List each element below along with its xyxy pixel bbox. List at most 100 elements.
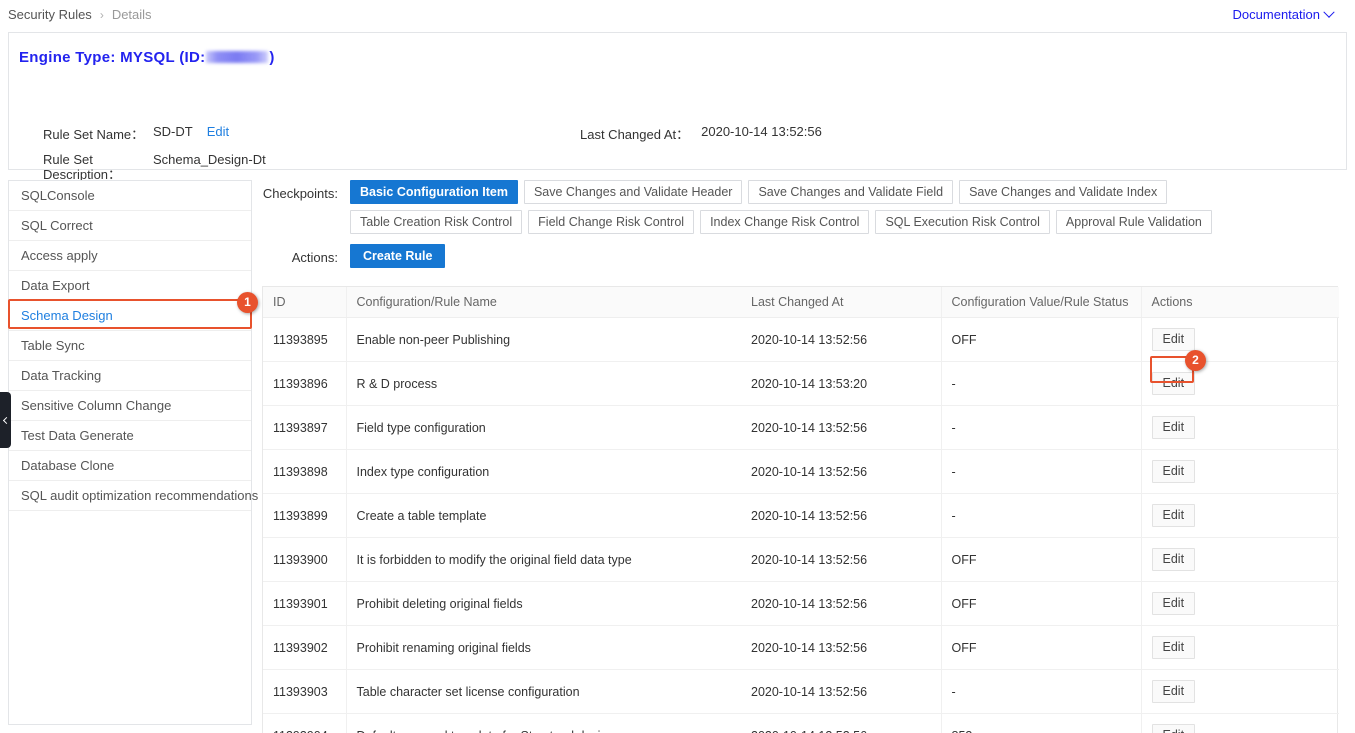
sidebar-item-access-apply[interactable]: Access apply <box>9 241 251 271</box>
row-edit-button[interactable]: Edit <box>1151 592 1196 615</box>
last-changed-value: 2020-10-14 13:52:56 <box>701 124 822 139</box>
row-id: 11393897 <box>263 405 346 450</box>
rule-set-name-value: SD-DT <box>153 124 193 139</box>
sidebar-item-label: Schema Design <box>21 308 113 323</box>
row-actions: Edit <box>1140 405 1339 450</box>
sidebar-item-sql-correct[interactable]: SQL Correct <box>9 211 251 241</box>
table-row: 11393901 Prohibit deleting original field… <box>263 581 1339 626</box>
engine-type-heading: Engine Type: MYSQL (ID:) <box>19 49 275 66</box>
engine-type-value: MYSQL <box>120 49 175 66</box>
column-header-3: Configuration Value/Rule Status <box>940 287 1141 318</box>
row-id: 11393896 <box>263 361 346 406</box>
sidebar-item-data-export[interactable]: Data Export <box>9 271 251 301</box>
rules-table-head: ID Configuration/Rule Name Last Changed At… <box>263 287 1339 318</box>
sidebar-item-label: Access apply <box>21 248 98 263</box>
row-edit-button[interactable]: Edit <box>1151 460 1196 483</box>
sidebar-item-schema-design[interactable]: Schema Design <box>9 301 251 331</box>
documentation-label: Documentation <box>1232 7 1320 22</box>
row-edit-button[interactable]: Edit <box>1151 680 1196 703</box>
row-actions: Edit <box>1140 361 1339 406</box>
table-row: 11393902 Prohibit renaming original field… <box>263 625 1339 670</box>
row-id: 11393902 <box>263 625 346 670</box>
sidebar-item-sqlconsole[interactable]: SQLConsole <box>9 181 251 211</box>
page-root: Security Rules › Details Documentation E… <box>0 0 1355 733</box>
row-edit-button[interactable]: Edit <box>1151 372 1196 395</box>
row-id: 11393903 <box>263 669 346 714</box>
column-header-1: Configuration/Rule Name <box>345 287 741 318</box>
checkpoint-chip-list: Basic Configuration Item Save Changes and… <box>350 180 1340 234</box>
breadcrumb-separator-icon: › <box>99 7 104 22</box>
row-id: 11393900 <box>263 537 346 582</box>
row-edit-button[interactable]: Edit <box>1151 504 1196 527</box>
rule-set-description-row: Rule Set Description： Schema_Design-Dt <box>43 152 266 182</box>
rule-set-name-edit-link[interactable]: Edit <box>207 124 229 143</box>
last-changed-label: Last Changed At： <box>580 127 690 142</box>
checkpoint-chip-4[interactable]: Table Creation Risk Control <box>350 210 523 234</box>
row-id: 11393899 <box>263 493 346 538</box>
breadcrumb-security-rules[interactable]: Security Rules <box>8 7 92 22</box>
sidebar-item-database-clone[interactable]: Database Clone <box>9 451 251 481</box>
sidebar-item-data-tracking[interactable]: Data Tracking <box>9 361 251 391</box>
checkpoint-chip-8[interactable]: Approval Rule Validation <box>1055 210 1212 234</box>
checkpoint-chip-2[interactable]: Save Changes and Validate Field <box>748 180 954 204</box>
sidebar-item-label: SQL Correct <box>21 218 93 233</box>
create-rule-button[interactable]: Create Rule <box>350 244 446 268</box>
row-edit-button[interactable]: Edit <box>1151 724 1196 733</box>
table-row: 11393896 R & D process 2020-10-14 13:53:20… <box>263 361 1339 406</box>
checkpoint-chip-1[interactable]: Save Changes and Validate Header <box>523 180 743 204</box>
breadcrumb-details: Details <box>111 7 152 22</box>
checkpoint-chip-0[interactable]: Basic Configuration Item <box>350 180 518 204</box>
row-config-value: - <box>940 449 1141 494</box>
rule-set-description-label: Rule Set Description： <box>43 152 122 182</box>
sidebar-collapse-handle[interactable] <box>0 392 11 448</box>
rules-table-body: 11393895 Enable non-peer Publishing 2020-1… <box>263 317 1339 733</box>
row-id: 11393898 <box>263 449 346 494</box>
row-edit-button[interactable]: Edit <box>1151 548 1196 571</box>
rule-set-description-value: Schema_Design-Dt <box>153 152 266 167</box>
redacted-id-mask <box>206 51 269 63</box>
sidebar-item-label: Data Tracking <box>21 368 102 383</box>
sidebar-item-label: SQL audit optimization recommendations <box>21 488 259 503</box>
rules-table-wrapper: ID Configuration/Rule Name Last Changed At… <box>262 286 1339 733</box>
chevron-down-icon <box>1323 6 1335 18</box>
chevron-left-icon <box>2 416 11 424</box>
row-actions: Edit <box>1140 537 1339 582</box>
row-id: 11393901 <box>263 581 346 626</box>
sidebar-item-sensitive-column-change[interactable]: Sensitive Column Change <box>9 391 251 421</box>
checkpoint-chip-7[interactable]: SQL Execution Risk Control <box>875 210 1050 234</box>
checkpoint-chip-6[interactable]: Index Change Risk Control <box>700 210 870 234</box>
row-actions: Edit <box>1140 581 1339 626</box>
checkpoint-chip-5[interactable]: Field Change Risk Control <box>528 210 695 234</box>
row-actions: Edit <box>1140 625 1339 670</box>
rules-table: ID Configuration/Rule Name Last Changed At… <box>263 287 1339 733</box>
row-last-changed: 2020-10-14 13:52:56 <box>741 669 941 714</box>
row-edit-button[interactable]: Edit <box>1151 328 1196 351</box>
row-last-changed: 2020-10-14 13:52:56 <box>741 581 941 626</box>
sidebar-item-table-sync[interactable]: Table Sync <box>9 331 251 361</box>
row-edit-button[interactable]: Edit <box>1151 416 1196 439</box>
table-row: 11393895 Enable non-peer Publishing 2020-1… <box>263 317 1339 362</box>
column-header-0: ID <box>263 287 346 318</box>
row-actions: Edit <box>1140 713 1339 733</box>
table-row: 11393898 Index type configuration 2020-10-… <box>263 449 1339 494</box>
row-config-value: OFF <box>940 537 1141 582</box>
row-config-value: - <box>940 669 1141 714</box>
checkpoint-chip-3[interactable]: Save Changes and Validate Index <box>959 180 1168 204</box>
row-config-value: - <box>940 405 1141 450</box>
row-config-value: 853 <box>940 713 1141 733</box>
row-edit-button[interactable]: Edit <box>1151 636 1196 659</box>
last-changed-row: Last Changed At： 2020-10-14 13:52:56 <box>580 124 822 143</box>
row-last-changed: 2020-10-14 13:52:56 <box>741 317 941 362</box>
engine-type-prefix: Engine Type: <box>19 49 116 66</box>
row-last-changed: 2020-10-14 13:52:56 <box>741 449 941 494</box>
documentation-link[interactable]: Documentation <box>1232 6 1335 22</box>
row-actions: Edit <box>1140 317 1339 362</box>
sidebar-item-sql-audit-optimization-recommendations[interactable]: SQL audit optimization recommendations <box>9 481 258 511</box>
main-panel: Checkpoints: Basic Configuration Item Sav… <box>262 180 1347 733</box>
row-name: R & D process <box>345 361 741 406</box>
rule-set-name-label: Rule Set Name： <box>43 127 145 142</box>
rule-set-name-row: Rule Set Name： SD-DT Edit <box>43 124 229 143</box>
row-name: It is forbidden to modify the original f… <box>345 537 741 582</box>
table-row: 11393900 It is forbidden to modify the or… <box>263 537 1339 582</box>
sidebar-item-test-data-generate[interactable]: Test Data Generate <box>9 421 251 451</box>
